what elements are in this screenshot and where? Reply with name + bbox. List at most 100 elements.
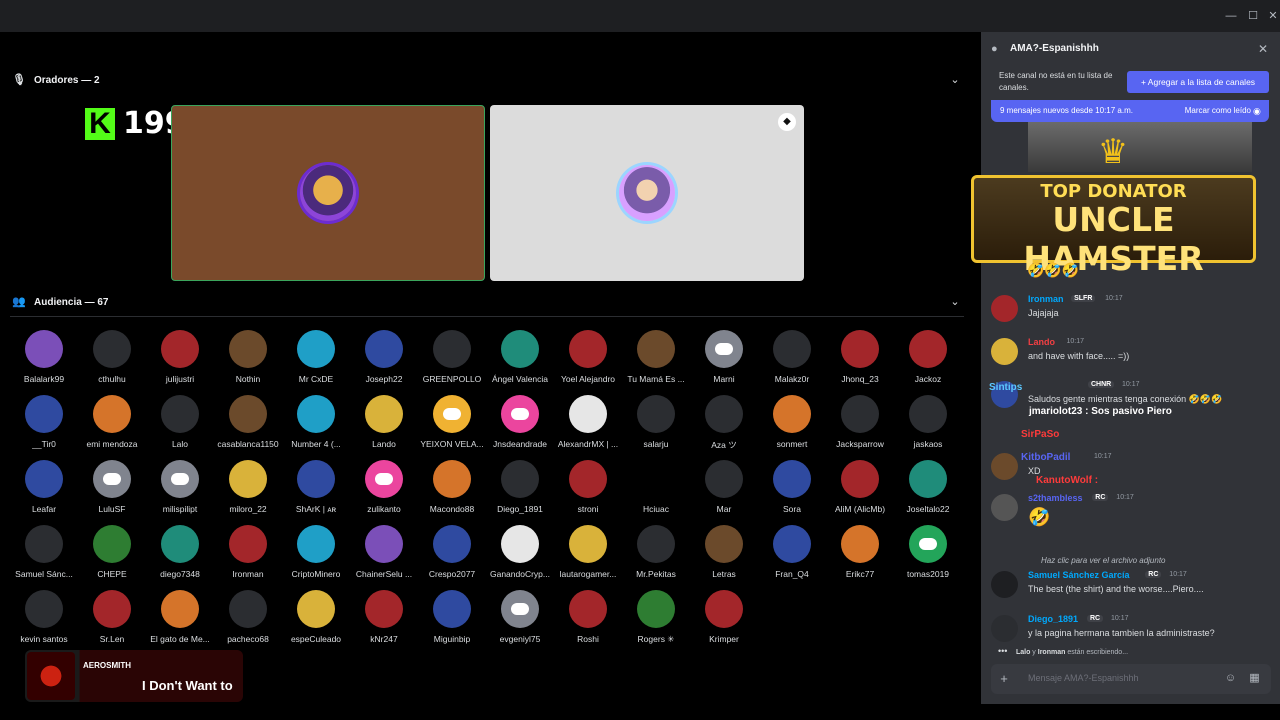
audience-member[interactable]: zulikanto [350,460,418,520]
avatar[interactable] [991,615,1018,642]
audience-member[interactable]: GanandoCryp... [486,525,554,585]
audience-member[interactable]: evgeniyl75 [486,590,554,650]
audience-member[interactable]: Macondo88 [418,460,486,520]
add-channel-button[interactable]: + Agregar a la lista de canales [1127,71,1269,93]
audience-member[interactable]: Hciuac [622,460,690,520]
audience-member[interactable]: YEIXON VELA... [418,395,486,455]
emoji-icon[interactable]: ☺ [1224,672,1237,685]
audience-member[interactable]: Erikc77 [826,525,894,585]
avatar[interactable] [991,338,1018,365]
audience-member[interactable]: Tu Mamá Es ... [622,330,690,390]
audience-member[interactable]: Joseph22 [350,330,418,390]
audience-member[interactable]: salarju [622,395,690,455]
audience-member[interactable]: ChainerSelu ... [350,525,418,585]
audience-member[interactable]: LuluSF [78,460,146,520]
audience-member[interactable]: Malakz0r [758,330,826,390]
thread-icon: ● [991,43,998,55]
overlay-chat-line: Sintips [989,382,1023,393]
audience-member[interactable]: Mar [690,460,758,520]
audience-member[interactable]: Letras [690,525,758,585]
avatar[interactable] [991,571,1018,598]
audience-member[interactable]: miloro_22 [214,460,282,520]
typing-indicator: ••• Lalo y Ironman están escribiendo... [998,646,1128,656]
audience-member[interactable]: Nothin [214,330,282,390]
audience-member[interactable]: Number 4 (... [282,395,350,455]
audience-member[interactable]: Lando [350,395,418,455]
speaker-tile[interactable] [171,105,485,281]
audience-member[interactable]: Joseltalo22 [894,460,962,520]
audience-member[interactable]: Ironman [214,525,282,585]
message-username[interactable]: Ironman [1028,294,1064,304]
avatar[interactable] [991,453,1018,480]
audience-member[interactable]: CHEPE [78,525,146,585]
speakers-header[interactable]: 🎙 Oradores — 2 [12,70,100,90]
audience-member[interactable]: Jackoz [894,330,962,390]
attach-plus-icon[interactable]: + [997,672,1011,686]
audience-member[interactable]: Aza ツ [690,395,758,455]
new-messages-bar[interactable]: 9 mensajes nuevos desde 10:17 a.m. Marca… [991,100,1269,122]
audience-member[interactable]: lautarogamer... [554,525,622,585]
audience-member[interactable]: kNr247 [350,590,418,650]
audience-member[interactable]: pacheco68 [214,590,282,650]
message-input[interactable]: + Mensaje AMA?-Espanishhh ☺ ▦ [991,664,1271,694]
mark-read-button[interactable]: Marcar como leído [1185,100,1251,122]
audience-member[interactable]: CriptoMinero [282,525,350,585]
audience-member[interactable]: stroni [554,460,622,520]
chevron-down-icon[interactable]: ⌄ [948,73,962,87]
audience-member[interactable]: casablanca1150 [214,395,282,455]
audience-member[interactable]: Rogers ✳ [622,590,690,650]
close-icon[interactable]: ✕ [1256,42,1270,56]
audience-member[interactable]: Mr.Pekitas [622,525,690,585]
audience-member[interactable]: Jacksparrow [826,395,894,455]
avatar[interactable] [991,295,1018,322]
minimize-icon[interactable]: — [1224,10,1238,22]
message-username[interactable]: s2thambless [1028,493,1083,503]
audience-member[interactable]: Miguinbip [418,590,486,650]
audience-member[interactable]: espeCuleado [282,590,350,650]
avatar[interactable] [991,494,1018,521]
audience-member[interactable]: diego7348 [146,525,214,585]
audience-member[interactable]: El gato de Me... [146,590,214,650]
reply-attachment[interactable]: Haz clic para ver el archivo adjunto [1041,556,1166,565]
audience-member[interactable]: ShArK | ᴀʀ [282,460,350,520]
audience-member[interactable]: Lalo [146,395,214,455]
audience-member[interactable]: cthulhu [78,330,146,390]
audience-member[interactable]: Samuel Sánc... [10,525,78,585]
audience-member[interactable]: sonmert [758,395,826,455]
audience-member[interactable]: Marni [690,330,758,390]
audience-member[interactable]: Diego_1891 [486,460,554,520]
audience-member[interactable]: Yoel Alejandro [554,330,622,390]
audience-member[interactable]: Sr.Len [78,590,146,650]
audience-member[interactable]: emi mendoza [78,395,146,455]
audience-member[interactable]: Balalark99 [10,330,78,390]
member-name: espeCuleado [290,634,342,644]
audience-header[interactable]: 👥 Audiencia — 67 [12,292,108,312]
audience-member[interactable]: tomas2019 [894,525,962,585]
audience-member[interactable]: AliM (AlicMb) [826,460,894,520]
maximize-icon[interactable]: ☐ [1246,10,1260,22]
audience-member[interactable]: Mr CxDE [282,330,350,390]
audience-member[interactable]: Jhonq_23 [826,330,894,390]
audience-member[interactable]: Krimper [690,590,758,650]
audience-member[interactable]: __Tir0 [10,395,78,455]
message-username[interactable]: Samuel Sánchez García [1028,570,1130,580]
audience-member[interactable]: GREENPOLLO [418,330,486,390]
audience-member[interactable]: Ángel Valencia [486,330,554,390]
audience-member[interactable]: Roshi [554,590,622,650]
chevron-down-icon[interactable]: ⌄ [948,295,962,309]
audience-member[interactable]: milispilipt [146,460,214,520]
audience-member[interactable]: AlexandrMX | ... [554,395,622,455]
audience-member[interactable]: Leafar [10,460,78,520]
message-username[interactable]: Diego_1891 [1028,614,1078,624]
speaker-tile[interactable]: ◆ [490,105,804,281]
audience-member[interactable]: Crespo2077 [418,525,486,585]
audience-member[interactable]: kevin santos [10,590,78,650]
audience-member[interactable]: Jnsdeandrade [486,395,554,455]
message-username[interactable]: Lando [1028,337,1055,347]
apps-icon[interactable]: ▦ [1248,672,1261,685]
close-window-icon[interactable]: ✕ [1266,10,1280,22]
audience-member[interactable]: jaskaos [894,395,962,455]
audience-member[interactable]: Sora [758,460,826,520]
audience-member[interactable]: julijustri [146,330,214,390]
audience-member[interactable]: Fran_Q4 [758,525,826,585]
